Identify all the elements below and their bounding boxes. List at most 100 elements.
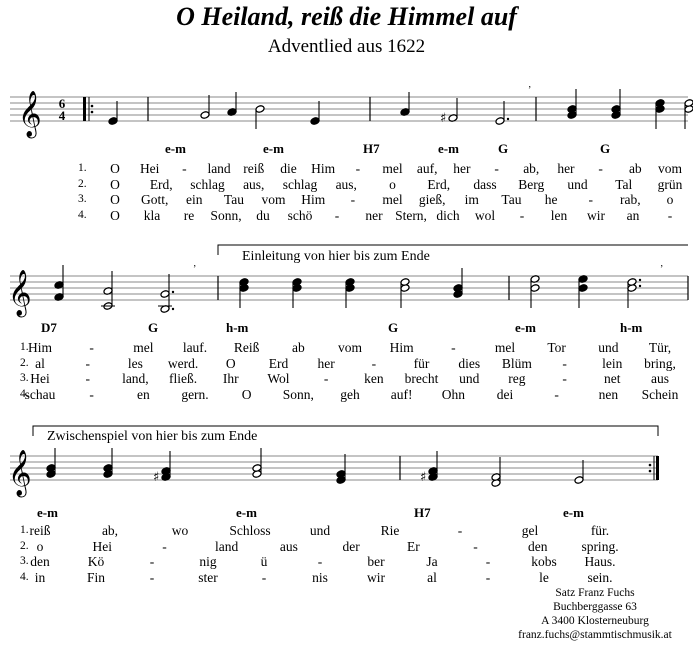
treble-clef-icon: 𝄞: [8, 270, 32, 318]
repeat-dot: [90, 110, 94, 114]
augmentation-dot: [171, 290, 175, 294]
chord-symbol: G: [498, 141, 509, 156]
lyric-syllable: kobs: [531, 554, 557, 569]
hyphen: -: [317, 554, 323, 569]
sharp-icon: ♯: [420, 470, 426, 485]
chord-symbol: e-m: [236, 505, 257, 520]
repeat-dot: [648, 469, 652, 473]
hyphen: -: [457, 523, 463, 538]
lyric-syllable: O: [110, 176, 120, 192]
note: ♯: [440, 98, 458, 126]
lyric-syllable: wo: [171, 523, 189, 538]
hyphen: -: [588, 192, 593, 207]
lyric-syllable: gern.: [181, 386, 209, 402]
hyphen: -: [562, 371, 567, 386]
lyric-syllable: in: [34, 569, 46, 585]
breath-mark: ʼ: [193, 264, 196, 275]
hyphen: -: [89, 340, 94, 355]
lyric-syllable: fließ.: [169, 371, 198, 386]
lyric-syllable: O: [110, 207, 120, 223]
note: [310, 101, 320, 125]
lyric-syllable: dass: [473, 176, 497, 192]
lyric-syllable: wir: [587, 207, 605, 223]
lyric-syllable: Him: [301, 192, 326, 207]
lyric-syllable: den: [528, 538, 548, 554]
arranger-street: Buchberggasse 63: [553, 601, 637, 613]
arranger-name: Satz Franz Fuchs: [555, 587, 635, 599]
repeat-dot: [648, 463, 652, 467]
verse-number: 4.: [78, 208, 87, 221]
lyric-syllable: ster: [198, 569, 218, 585]
lyric-syllable: Kö: [87, 554, 105, 569]
lyric-syllable: Erd,: [149, 176, 173, 192]
lyric-syllable: Erd: [268, 355, 289, 371]
lyric-syllable: nen: [598, 386, 619, 402]
lyric-syllable: mel: [382, 161, 403, 176]
lyric-syllable: o: [389, 176, 396, 192]
repeat-end-thick-bar: [656, 456, 659, 480]
lyric-syllable: Tür,: [648, 340, 672, 355]
song-title: O Heiland, reiß die Himmel auf: [176, 2, 517, 31]
lyric-syllable: en: [136, 386, 150, 402]
lyric-syllable: dies: [458, 355, 481, 371]
note: [611, 89, 621, 119]
hyphen: -: [149, 569, 155, 585]
lyric-syllable: die: [280, 161, 297, 176]
verse-number: 2.: [20, 356, 29, 369]
arranger-email[interactable]: franz.fuchs@stammtischmusik.at: [505, 628, 685, 642]
note: [200, 95, 210, 119]
time-signature-bottom: 4: [59, 108, 66, 123]
repeat-dot: [90, 104, 94, 108]
lyric-syllable: Fin: [86, 569, 106, 585]
lyric-syllable: Schloss: [229, 523, 271, 538]
lyric-syllable: und: [309, 523, 331, 538]
lyric-syllable: Tau: [501, 192, 522, 207]
lyric-syllable: vom: [657, 161, 683, 176]
staff-system-3: 𝄞 ♯ ♯: [8, 425, 659, 498]
lyric-syllable: brecht: [404, 371, 439, 386]
lyric-syllable: im: [464, 192, 479, 207]
lyric-syllable: schau: [24, 386, 56, 402]
lyric-syllable: reiß: [29, 523, 51, 538]
lyric-syllable: gel: [521, 523, 539, 538]
arranger-city: A 3400 Klosterneuburg: [541, 615, 649, 627]
chord-symbol: e-m: [438, 141, 459, 156]
lyric-syllable: le: [539, 569, 549, 585]
lyric-syllable: grün: [657, 176, 683, 192]
sharp-icon: ♯: [153, 470, 159, 485]
lyric-syllable: Erd,: [427, 176, 451, 192]
verse-number: 1.: [78, 162, 87, 174]
lyric-syllable: auf!: [390, 386, 413, 402]
lyric-syllable: ab: [628, 161, 642, 176]
repeat-start-thick-bar: [83, 97, 86, 121]
lyric-syllable: bring,: [644, 355, 676, 371]
lyric-syllable: o: [36, 538, 44, 554]
hyphen: -: [451, 340, 456, 355]
lyric-syllable: Reiß: [233, 340, 260, 355]
lyric-syllable: al: [427, 569, 437, 585]
augmentation-dot: [171, 307, 175, 311]
lyric-syllable: nig: [199, 554, 217, 569]
lyric-syllable: O: [225, 355, 236, 371]
note: ʼ: [495, 85, 531, 125]
breath-mark: ʼ: [528, 85, 531, 96]
note: [336, 454, 346, 484]
lyric-syllable: schlag: [282, 176, 318, 192]
sharp-icon: ♯: [440, 111, 446, 126]
lyric-syllable: Blüm: [501, 355, 532, 371]
lyric-syllable: Stern,: [395, 207, 427, 223]
lyric-syllable: Haus.: [584, 554, 616, 569]
lyric-syllable: vom: [261, 192, 286, 207]
lyric-syllable: O: [110, 161, 120, 176]
lyric-syllable: he: [544, 192, 558, 207]
lyric-syllable: reg: [508, 371, 526, 386]
hyphen: -: [485, 569, 491, 585]
lyric-syllable: geh: [340, 386, 360, 402]
lyric-syllable: o: [666, 192, 674, 207]
hyphen: -: [323, 371, 329, 386]
hyphen: -: [485, 554, 491, 569]
lyric-syllable: aus: [651, 371, 669, 386]
lyric-syllable: wir: [367, 569, 385, 585]
hyphen: -: [598, 161, 603, 176]
note: [101, 271, 115, 310]
